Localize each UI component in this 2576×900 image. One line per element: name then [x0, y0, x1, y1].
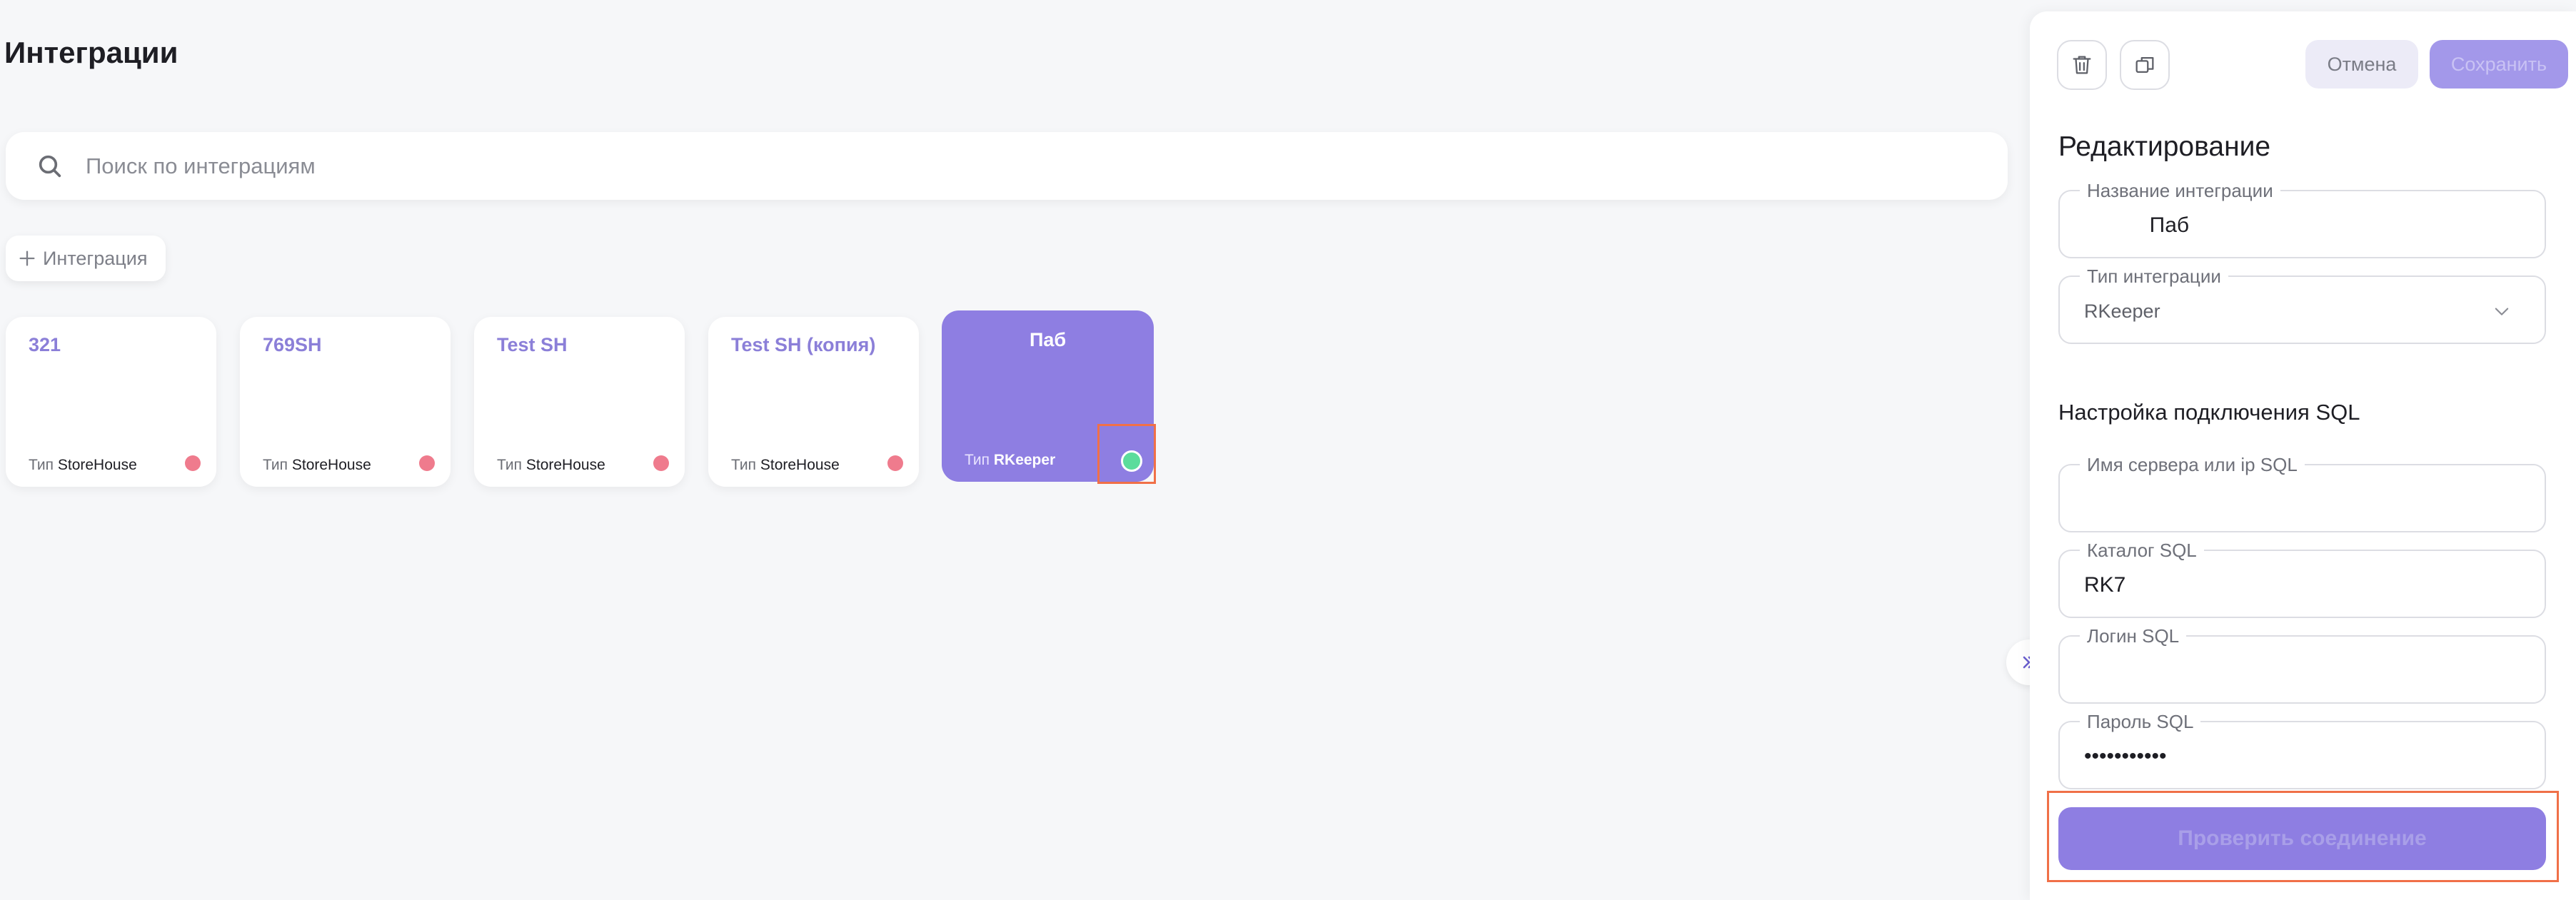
card-title: 321	[29, 334, 61, 355]
search-input[interactable]	[86, 132, 1942, 200]
sql-server-field[interactable]: Имя сервера или ip SQL	[2058, 454, 2546, 534]
status-dot	[653, 455, 669, 471]
integration-type-select[interactable]: Тип интеграции	[2058, 266, 2546, 345]
card-type: Тип StoreHouse	[29, 457, 137, 474]
status-dot	[887, 455, 903, 471]
card-type: Тип RKeeper	[965, 452, 1055, 469]
add-integration-button[interactable]: Интеграция	[6, 236, 166, 281]
plus-icon	[19, 251, 35, 266]
card-type: Тип StoreHouse	[497, 457, 605, 474]
chevron-down-icon	[2495, 308, 2509, 315]
integration-card-active[interactable]: Паб Тип RKeeper	[942, 310, 1154, 482]
copy-button[interactable]	[2120, 40, 2170, 90]
card-title: 769SH	[263, 334, 322, 355]
sql-catalog-field[interactable]: Каталог SQL	[2058, 540, 2546, 620]
integration-name-field[interactable]: Название интеграции	[2058, 180, 2546, 260]
copy-icon	[2135, 56, 2154, 74]
sql-login-input[interactable]	[2084, 637, 2527, 705]
card-title: Test SH (копия)	[731, 334, 876, 355]
integration-card[interactable]: Test SH Тип StoreHouse	[474, 317, 685, 487]
card-type-label: Тип	[263, 457, 288, 473]
card-type-value: RKeeper	[993, 452, 1056, 468]
search-icon	[39, 155, 61, 178]
integration-name-input[interactable]	[2084, 191, 2527, 260]
card-type-label: Тип	[731, 457, 757, 473]
sql-server-input[interactable]	[2084, 465, 2527, 534]
edit-panel: Отмена Сохранить Редактирование Название…	[2030, 11, 2576, 900]
sql-password-field[interactable]: Пароль SQL	[2058, 711, 2546, 791]
add-integration-label: Интеграция	[43, 247, 148, 269]
sql-login-field[interactable]: Логин SQL	[2058, 625, 2546, 705]
sql-catalog-input[interactable]	[2084, 551, 2527, 620]
panel-title: Редактирование	[2058, 131, 2271, 162]
integration-card[interactable]: Test SH (копия) Тип StoreHouse	[708, 317, 919, 487]
search-bar[interactable]	[6, 132, 2008, 200]
trash-icon	[2073, 56, 2091, 74]
status-dot	[185, 455, 201, 471]
status-dot	[419, 455, 435, 471]
integration-card[interactable]: 321 Тип StoreHouse	[6, 317, 216, 487]
card-type-label: Тип	[497, 457, 523, 473]
card-type-value: StoreHouse	[525, 457, 605, 473]
cancel-button[interactable]: Отмена	[2305, 40, 2418, 89]
card-title: Test SH	[497, 334, 568, 355]
card-type: Тип StoreHouse	[263, 457, 371, 474]
save-button[interactable]: Сохранить	[2430, 40, 2568, 89]
app-root: Интеграции Интеграция 321 Тип StoreHouse…	[0, 0, 2576, 900]
page-title: Интеграции	[4, 36, 178, 69]
integration-type-value[interactable]	[2084, 277, 2527, 345]
card-type-value: StoreHouse	[57, 457, 137, 473]
card-title: Паб	[1029, 329, 1067, 350]
status-dot	[1121, 450, 1142, 472]
card-type-label: Тип	[965, 452, 990, 468]
card-type-value: StoreHouse	[291, 457, 371, 473]
card-type-value: StoreHouse	[760, 457, 840, 473]
section-title: Настройка подключения SQL	[2058, 400, 2360, 425]
card-type: Тип StoreHouse	[731, 457, 840, 474]
integration-card[interactable]: 769SH Тип StoreHouse	[240, 317, 451, 487]
sql-password-input[interactable]	[2084, 722, 2527, 791]
card-type-label: Тип	[29, 457, 54, 473]
delete-button[interactable]	[2057, 40, 2107, 90]
check-connection-button[interactable]: Проверить соединение	[2058, 807, 2546, 870]
